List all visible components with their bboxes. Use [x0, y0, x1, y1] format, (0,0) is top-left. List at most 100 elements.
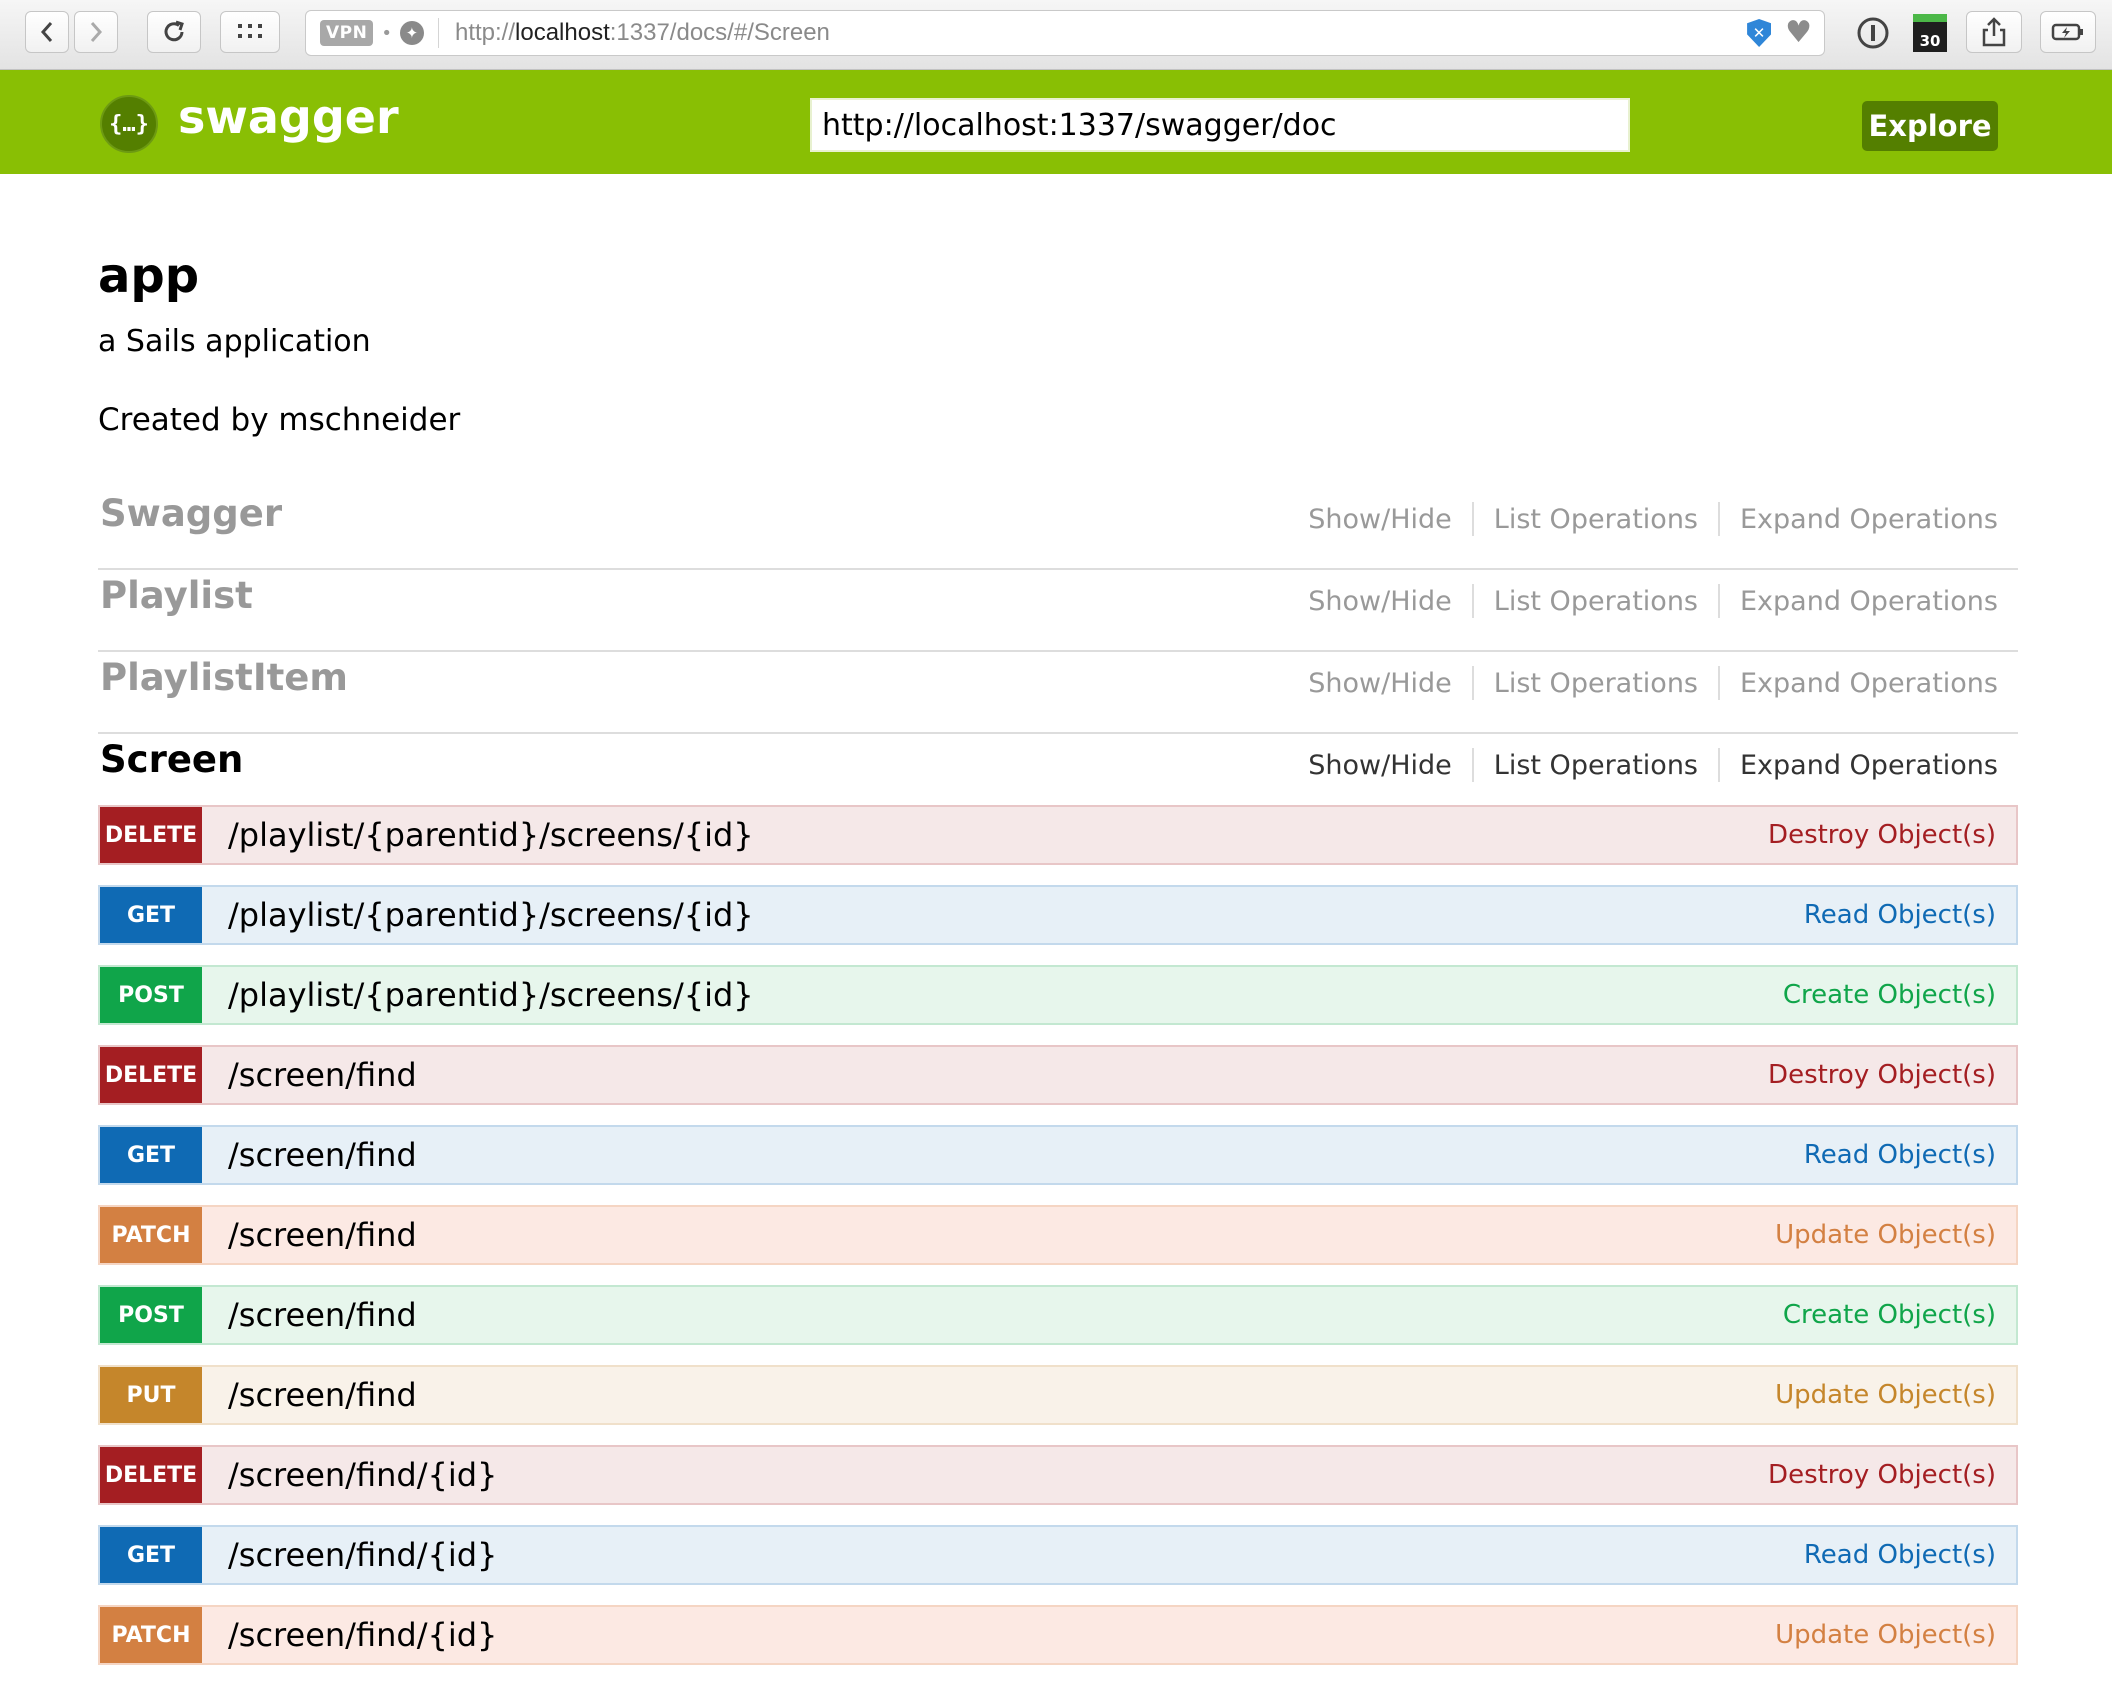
api-title: app — [98, 248, 200, 304]
resource-actions: Show/Hide List Operations Expand Operati… — [1288, 748, 1998, 782]
url-host: localhost — [515, 19, 610, 46]
operation-row[interactable]: POST /playlist/{parentid}/screens/{id} C… — [98, 965, 2018, 1025]
operation-summary[interactable]: Destroy Object(s) — [1768, 1060, 1996, 1090]
resource-actions: Show/Hide List Operations Expand Operati… — [1288, 584, 1998, 618]
share-button[interactable] — [1966, 11, 2022, 53]
method-badge[interactable]: GET — [100, 1127, 202, 1183]
explore-button[interactable]: Explore — [1862, 101, 1998, 151]
operation-summary[interactable]: Destroy Object(s) — [1768, 820, 1996, 850]
operation-row[interactable]: POST /screen/find Create Object(s) — [98, 1285, 2018, 1345]
url-prefix: http:// — [454, 19, 516, 46]
operation-path[interactable]: /screen/find/{id} — [228, 1536, 497, 1574]
resource-actions: Show/Hide List Operations Expand Operati… — [1288, 502, 1998, 536]
operation-path[interactable]: /playlist/{parentid}/screens/{id} — [228, 896, 754, 934]
operation-path[interactable]: /screen/find — [228, 1216, 417, 1254]
operation-summary[interactable]: Create Object(s) — [1783, 980, 1996, 1010]
list-operations-link[interactable]: List Operations — [1474, 586, 1718, 617]
heart-icon[interactable]: ♥ — [1785, 18, 1812, 48]
show-hide-link[interactable]: Show/Hide — [1288, 750, 1472, 781]
operation-path[interactable]: /screen/find/{id} — [228, 1456, 497, 1494]
operation-path[interactable]: /playlist/{parentid}/screens/{id} — [228, 816, 754, 854]
battery-button[interactable] — [2040, 11, 2096, 53]
api-contact: Created by mschneider — [98, 402, 461, 438]
operation-row[interactable]: DELETE /screen/find Destroy Object(s) — [98, 1045, 2018, 1105]
operation-path[interactable]: /screen/find — [228, 1056, 417, 1094]
operation-summary[interactable]: Read Object(s) — [1804, 900, 1996, 930]
operation-path[interactable]: /playlist/{parentid}/screens/{id} — [228, 976, 754, 1014]
chevron-right-icon — [90, 22, 103, 42]
operation-row[interactable]: GET /screen/find Read Object(s) — [98, 1125, 2018, 1185]
share-icon — [1982, 17, 2006, 47]
chevron-left-icon — [40, 22, 53, 42]
api-description: a Sails application — [98, 324, 371, 359]
method-badge[interactable]: DELETE — [100, 1447, 202, 1503]
operation-summary[interactable]: Update Object(s) — [1775, 1380, 1996, 1410]
list-operations-link[interactable]: List Operations — [1474, 668, 1718, 699]
show-hide-link[interactable]: Show/Hide — [1288, 668, 1472, 699]
expand-operations-link[interactable]: Expand Operations — [1720, 504, 1998, 535]
show-hide-link[interactable]: Show/Hide — [1288, 586, 1472, 617]
spec-url-input[interactable] — [810, 98, 1630, 152]
browser-toolbar: VPN • ✦ http://localhost:1337/docs/#/Scr… — [0, 0, 2112, 70]
operation-path[interactable]: /screen/find — [228, 1296, 417, 1334]
back-button[interactable] — [25, 11, 69, 53]
tab-overview-button[interactable] — [220, 11, 280, 53]
url-text[interactable]: http://localhost:1337/docs/#/Screen — [455, 19, 830, 47]
expand-operations-link[interactable]: Expand Operations — [1720, 668, 1998, 699]
show-hide-link[interactable]: Show/Hide — [1288, 504, 1472, 535]
swagger-title[interactable]: swagger — [178, 90, 399, 144]
reload-icon — [164, 20, 184, 42]
list-operations-link[interactable]: List Operations — [1474, 750, 1718, 781]
forward-button[interactable] — [74, 11, 118, 53]
url-path: :1337/docs/#/Screen — [609, 19, 830, 46]
password-manager-icon — [1857, 17, 1889, 49]
operation-summary[interactable]: Read Object(s) — [1804, 1540, 1996, 1570]
address-bar[interactable]: VPN • ✦ http://localhost:1337/docs/#/Scr… — [305, 10, 1825, 56]
resource-playlistitem: PlaylistItem Show/Hide List Operations E… — [98, 652, 2018, 734]
operation-path[interactable]: /screen/find — [228, 1136, 417, 1174]
resource-screen: Screen Show/Hide List Operations Expand … — [98, 734, 2018, 814]
operation-row[interactable]: PATCH /screen/find/{id} Update Object(s) — [98, 1605, 2018, 1665]
operation-row[interactable]: PATCH /screen/find Update Object(s) — [98, 1205, 2018, 1265]
method-badge[interactable]: POST — [100, 1287, 202, 1343]
vpn-badge[interactable]: VPN — [320, 20, 374, 46]
expand-operations-link[interactable]: Expand Operations — [1720, 750, 1998, 781]
method-badge[interactable]: POST — [100, 967, 202, 1023]
expand-operations-link[interactable]: Expand Operations — [1720, 586, 1998, 617]
list-operations-link[interactable]: List Operations — [1474, 504, 1718, 535]
operation-row[interactable]: PUT /screen/find Update Object(s) — [98, 1365, 2018, 1425]
resource-name[interactable]: PlaylistItem — [100, 656, 348, 699]
resource-list: Swagger Show/Hide List Operations Expand… — [98, 488, 2018, 814]
operation-summary[interactable]: Update Object(s) — [1775, 1620, 1996, 1650]
operation-summary[interactable]: Update Object(s) — [1775, 1220, 1996, 1250]
reload-button[interactable] — [147, 11, 201, 53]
operation-row[interactable]: DELETE /playlist/{parentid}/screens/{id}… — [98, 805, 2018, 865]
extension-button[interactable]: 30 — [1910, 13, 1950, 53]
counter-badge: 30 — [1913, 14, 1947, 52]
shield-icon[interactable]: ✕ — [1747, 19, 1772, 47]
swagger-logo-icon[interactable]: {…} — [100, 95, 158, 153]
dot-separator: • — [381, 22, 392, 44]
address-bar-actions: ✕ ♥ — [1747, 18, 1812, 48]
method-badge[interactable]: PUT — [100, 1367, 202, 1423]
resource-name[interactable]: Swagger — [100, 492, 282, 535]
method-badge[interactable]: GET — [100, 887, 202, 943]
operation-path[interactable]: /screen/find/{id} — [228, 1616, 497, 1654]
method-badge[interactable]: PATCH — [100, 1607, 202, 1663]
resource-actions: Show/Hide List Operations Expand Operati… — [1288, 666, 1998, 700]
method-badge[interactable]: DELETE — [100, 1047, 202, 1103]
operation-row[interactable]: GET /playlist/{parentid}/screens/{id} Re… — [98, 885, 2018, 945]
operation-summary[interactable]: Create Object(s) — [1783, 1300, 1996, 1330]
resource-playlist: Playlist Show/Hide List Operations Expan… — [98, 570, 2018, 652]
resource-name[interactable]: Playlist — [100, 574, 253, 617]
operation-path[interactable]: /screen/find — [228, 1376, 417, 1414]
operation-summary[interactable]: Destroy Object(s) — [1768, 1460, 1996, 1490]
operation-summary[interactable]: Read Object(s) — [1804, 1140, 1996, 1170]
operation-row[interactable]: DELETE /screen/find/{id} Destroy Object(… — [98, 1445, 2018, 1505]
resource-name[interactable]: Screen — [100, 738, 243, 781]
method-badge[interactable]: GET — [100, 1527, 202, 1583]
method-badge[interactable]: DELETE — [100, 807, 202, 863]
operation-row[interactable]: GET /screen/find/{id} Read Object(s) — [98, 1525, 2018, 1585]
password-manager-button[interactable] — [1853, 13, 1893, 53]
method-badge[interactable]: PATCH — [100, 1207, 202, 1263]
